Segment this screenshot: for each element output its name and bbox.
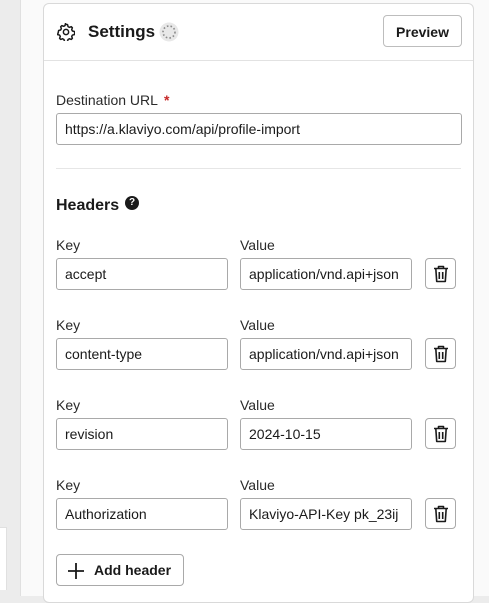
header-key-input[interactable]: revision — [56, 418, 228, 450]
header-key-label: Key — [56, 397, 81, 413]
header-key-input[interactable]: Authorization — [56, 498, 228, 530]
delete-header-button[interactable] — [425, 258, 456, 289]
required-indicator: * — [163, 92, 170, 108]
header-value-input[interactable]: application/vnd.api+json — [240, 258, 412, 290]
preview-button[interactable]: Preview — [383, 15, 462, 47]
header-value-input[interactable]: application/vnd.api+json — [240, 338, 412, 370]
gear-icon — [57, 23, 75, 41]
trash-icon — [434, 345, 448, 363]
trash-icon — [434, 505, 448, 523]
header-value-input[interactable]: Klaviyo-API-Key pk_23ij — [240, 498, 412, 530]
destination-url-label-text: Destination URL — [56, 92, 158, 108]
trash-icon — [434, 265, 448, 283]
delete-header-button[interactable] — [425, 338, 456, 369]
page-title: Settings — [88, 22, 156, 41]
header-value-label: Value — [240, 317, 275, 333]
header-key-label: Key — [56, 477, 81, 493]
delete-header-button[interactable] — [425, 498, 456, 529]
header-key-label: Key — [56, 237, 81, 253]
settings-card: Settings Preview Destination URL * https:… — [43, 3, 474, 603]
question-circle-icon[interactable]: ? — [125, 196, 139, 210]
loading-spinner-icon — [159, 22, 179, 42]
header-key-label: Key — [56, 317, 81, 333]
header-value-label: Value — [240, 397, 275, 413]
plus-icon — [68, 563, 84, 579]
trash-icon — [434, 425, 448, 443]
settings-header: Settings Preview — [44, 4, 473, 61]
delete-header-button[interactable] — [425, 418, 456, 449]
header-value-label: Value — [240, 477, 275, 493]
destination-url-input[interactable]: https://a.klaviyo.com/api/profile-import — [56, 113, 462, 145]
header-key-input[interactable]: content-type — [56, 338, 228, 370]
left-panel-edge — [0, 527, 7, 590]
header-value-input[interactable]: 2024-10-15 — [240, 418, 412, 450]
add-header-button[interactable]: Add header — [56, 554, 184, 586]
destination-url-label: Destination URL * — [56, 92, 169, 108]
header-value-label: Value — [240, 237, 275, 253]
section-divider — [56, 168, 461, 169]
add-header-label: Add header — [94, 562, 172, 578]
header-key-input[interactable]: accept — [56, 258, 228, 290]
headers-title: Headers — [56, 197, 120, 214]
